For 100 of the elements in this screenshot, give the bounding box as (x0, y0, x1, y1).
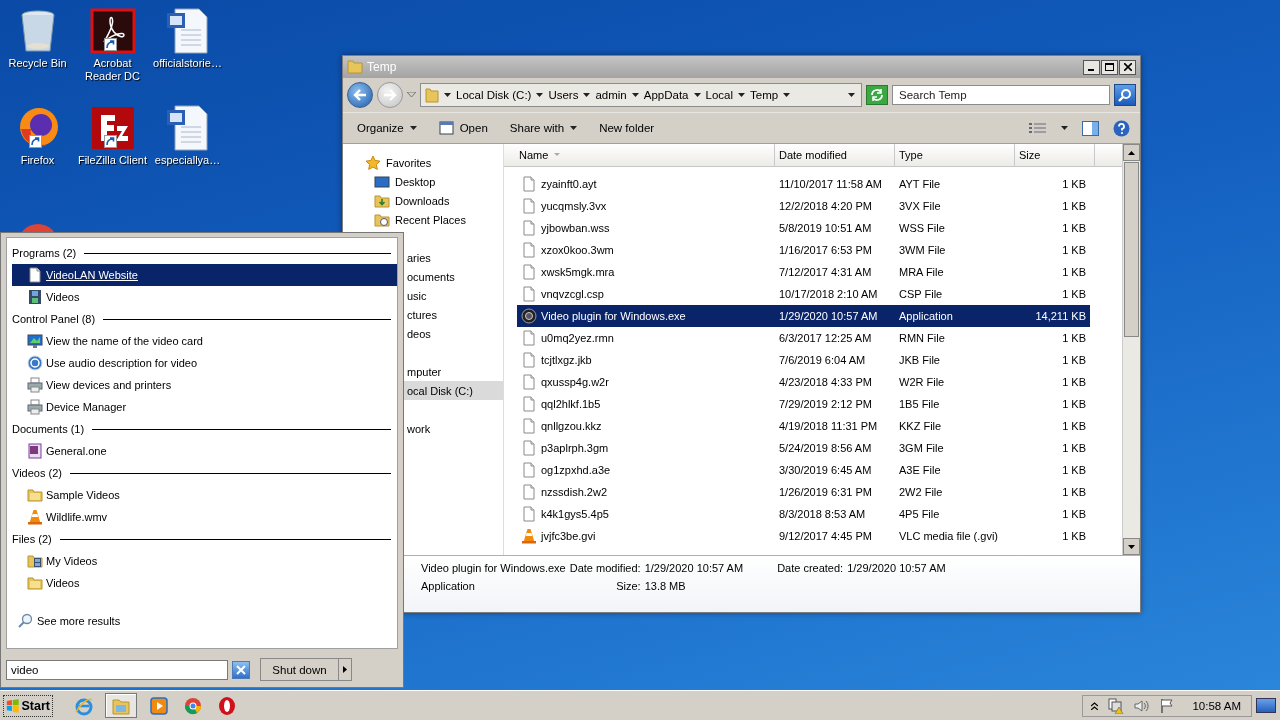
type-cell-text: Application (898, 310, 954, 322)
network-warning-icon[interactable] (1108, 697, 1125, 714)
help-icon[interactable] (1113, 119, 1130, 137)
file-row[interactable]: qxussp4g.w2r 4/23/2018 4:33 PM W2R File 1 KB (517, 371, 1090, 393)
column-header[interactable]: Name (504, 144, 775, 166)
desktop-icon-label[interactable]: Recycle Bin (0, 57, 75, 70)
file-row[interactable]: zyainft0.ayt 11/10/2017 11:58 AM AYT File 1 KB (517, 173, 1090, 195)
breadcrumb-item[interactable]: Users (548, 89, 579, 101)
size-cell-text: 1 KB (1061, 420, 1087, 432)
search-result[interactable]: View the name of the video card (12, 330, 397, 352)
minimize-button[interactable] (1083, 59, 1100, 75)
taskbar-app[interactable] (105, 693, 137, 718)
file-row[interactable]: jvjfc3be.gvi 9/12/2017 4:45 PM VLC media file (.gvi) 1 KB (517, 525, 1090, 547)
file-row[interactable]: p3aplrph.3gm 5/24/2019 8:56 AM 3GM File 1 KB (517, 437, 1090, 459)
clear-button[interactable] (232, 660, 250, 679)
back-button[interactable] (347, 82, 373, 108)
search-result[interactable]: Videos (12, 286, 397, 308)
size-cell-text: 1 KB (1061, 222, 1087, 234)
file-row[interactable]: yucqmsly.3vx 12/2/2018 4:20 PM 3VX File 1 KB (517, 195, 1090, 217)
file-row[interactable]: qnllgzou.kkz 4/19/2018 11:31 PM KKZ File 1 KB (517, 415, 1090, 437)
show-desktop-button[interactable] (1256, 698, 1276, 713)
file-row[interactable]: xzox0koo.3wm 1/16/2017 6:53 PM 3WM File 1 KB (517, 239, 1090, 261)
desktop-icon-label[interactable]: Acrobat Reader DC (75, 57, 150, 83)
refresh-button[interactable] (866, 85, 888, 105)
date-cell-text: 7/12/2017 4:31 AM (778, 266, 873, 278)
breadcrumb-item[interactable]: Local Disk (C:) (456, 89, 532, 101)
search-result[interactable]: VideoLAN Website (12, 264, 397, 286)
search-result[interactable]: Videos (12, 572, 397, 594)
size-cell-text: 1 KB (1061, 398, 1087, 410)
toolbar-button[interactable]: Organize (353, 120, 421, 136)
column-header[interactable]: Type (895, 144, 1015, 166)
close-button[interactable] (1119, 59, 1136, 75)
search-result[interactable]: General.one (12, 440, 397, 462)
windows-logo-icon (6, 697, 20, 714)
file-row[interactable]: vnqvzcgl.csp 10/17/2018 2:10 AM CSP File 1 KB (517, 283, 1090, 305)
date-cell-text: 12/2/2018 4:20 PM (778, 200, 873, 212)
clock[interactable]: 10:58 AM (1192, 699, 1241, 712)
desktop-icon-label[interactable]: Firefox (0, 154, 75, 167)
search-result[interactable]: My Videos (12, 550, 397, 572)
scroll-thumb[interactable] (1124, 162, 1139, 337)
see-more-link[interactable]: See more results (12, 610, 397, 632)
size-cell-text: 1 KB (1061, 486, 1087, 498)
breadcrumb-item[interactable]: admin (595, 89, 627, 101)
toolbar-button[interactable]: Share with (505, 120, 582, 136)
desktop-icon-label[interactable]: FileZilla Client (75, 154, 150, 167)
chevron-up-icon[interactable] (1091, 701, 1099, 710)
page-icon (521, 242, 537, 258)
search-result[interactable]: Wildlife.wmv (12, 506, 397, 528)
file-row[interactable]: og1zpxhd.a3e 3/30/2019 6:45 AM A3E File 1 KB (517, 459, 1090, 481)
column-header[interactable]: Size (1015, 144, 1095, 166)
breadcrumb-item[interactable]: AppData (643, 89, 689, 101)
toolbar-button[interactable]: Open (434, 119, 492, 137)
nav-item[interactable]: Favorites (343, 153, 503, 172)
file-row[interactable]: nzssdish.2w2 1/26/2019 6:31 PM 2W2 File 1 KB (517, 481, 1090, 503)
shut-down-options-button[interactable] (339, 658, 352, 681)
file-row[interactable]: xwsk5mgk.mra 7/12/2017 4:31 AM MRA File 1 KB (517, 261, 1090, 283)
size-cell-text: 1 KB (1061, 376, 1087, 388)
caret-icon[interactable] (407, 92, 416, 98)
search-result[interactable]: Sample Videos (12, 484, 397, 506)
file-row[interactable]: tcjtlxgz.jkb 7/6/2019 6:04 AM JKB File 1 KB (517, 349, 1090, 371)
column-header[interactable]: Date modified (775, 144, 895, 166)
file-row[interactable]: yjbowban.wss 5/8/2019 10:51 AM WSS File 1 KB (517, 217, 1090, 239)
detail-value: 1/29/2020 10:57 AM (847, 562, 946, 576)
file-row[interactable]: u0mq2yez.rmn 6/3/2017 12:25 AM RMN File 1 KB (517, 327, 1090, 349)
flag-icon[interactable] (1160, 698, 1175, 713)
file-name: yjbowban.wss (541, 222, 610, 234)
breadcrumb-item[interactable]: Temp (750, 89, 779, 101)
nav-item[interactable]: Downloads (343, 191, 503, 210)
desktop-icon-label[interactable]: officialstorie… (150, 57, 225, 70)
search-field[interactable]: video (6, 659, 228, 680)
type-cell-text: W2R File (898, 376, 946, 388)
search-button[interactable] (1114, 84, 1136, 106)
view-options-icon[interactable] (1029, 122, 1047, 134)
window-icon (438, 121, 454, 135)
breadcrumb-item[interactable]: Local (705, 89, 734, 101)
search-field[interactable]: Search Temp (892, 85, 1110, 105)
toolbar-button[interactable]: New folder (595, 120, 659, 136)
nav-item[interactable]: Recent Places (343, 210, 503, 229)
start-button[interactable]: Start (3, 694, 53, 717)
volume-icon[interactable] (1134, 698, 1151, 713)
type-cell-text: 3WM File (898, 244, 947, 256)
file-row[interactable]: Video plugin for Windows.exe 1/29/2020 10:57 AM Application 14,211 KB (517, 305, 1090, 327)
preview-pane-icon[interactable] (1082, 120, 1099, 136)
type-cell-text: A3E File (898, 464, 942, 476)
file-row[interactable]: qql2hlkf.1b5 7/29/2019 2:12 PM 1B5 File 1 KB (517, 393, 1090, 415)
nav-item[interactable]: Desktop (343, 172, 503, 191)
address-bar[interactable]: Local Disk (C:) Users admin AppData Local Temp (420, 83, 862, 107)
shut-down-button[interactable]: Shut down (260, 658, 339, 681)
scroll-down-button[interactable] (1123, 538, 1140, 555)
close-icon (236, 664, 246, 675)
file-row[interactable]: k4k1gys5.4p5 8/3/2018 8:53 AM 4P5 File 1 KB (517, 503, 1090, 525)
file-name: zyainft0.ayt (541, 178, 597, 190)
forward-button[interactable] (377, 82, 403, 108)
maximize-button[interactable] (1101, 59, 1118, 75)
scroll-up-button[interactable] (1123, 144, 1140, 161)
printer-icon (27, 399, 43, 415)
desktop-icon-label[interactable]: especiallya… (150, 154, 225, 167)
search-result[interactable]: Use audio description for video (12, 352, 397, 374)
detail-label: Size: (615, 580, 641, 594)
detail-label: Date modified: (569, 562, 641, 576)
